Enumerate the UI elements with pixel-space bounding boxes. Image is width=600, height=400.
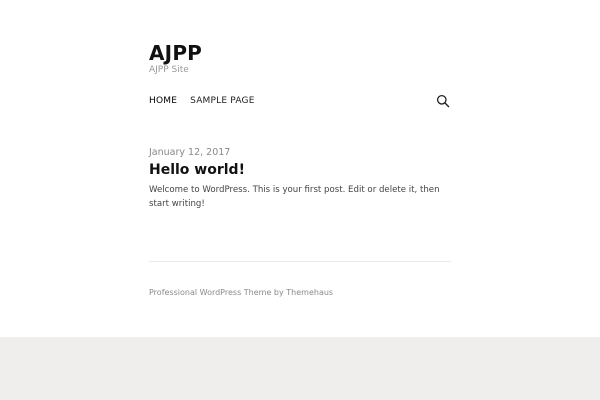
- post-content: Welcome to WordPress. This is your first…: [149, 185, 440, 209]
- post-title[interactable]: Hello world!: [149, 161, 245, 179]
- post-date[interactable]: January 12, 2017: [149, 147, 230, 159]
- site-description: AJPP Site: [149, 65, 189, 75]
- footer-credit[interactable]: Professional WordPress Theme by Themehau…: [149, 287, 333, 299]
- search-icon[interactable]: [436, 93, 450, 108]
- site-title[interactable]: AJPP: [149, 41, 202, 65]
- nav-item-sample-page[interactable]: Sample Page: [190, 95, 255, 107]
- nav-item-home[interactable]: Home: [149, 95, 177, 107]
- page-content: AJPP AJPP Site Home Sample Page January …: [0, 0, 600, 337]
- primary-nav: Home Sample Page: [149, 95, 255, 107]
- footer-divider: [149, 261, 451, 262]
